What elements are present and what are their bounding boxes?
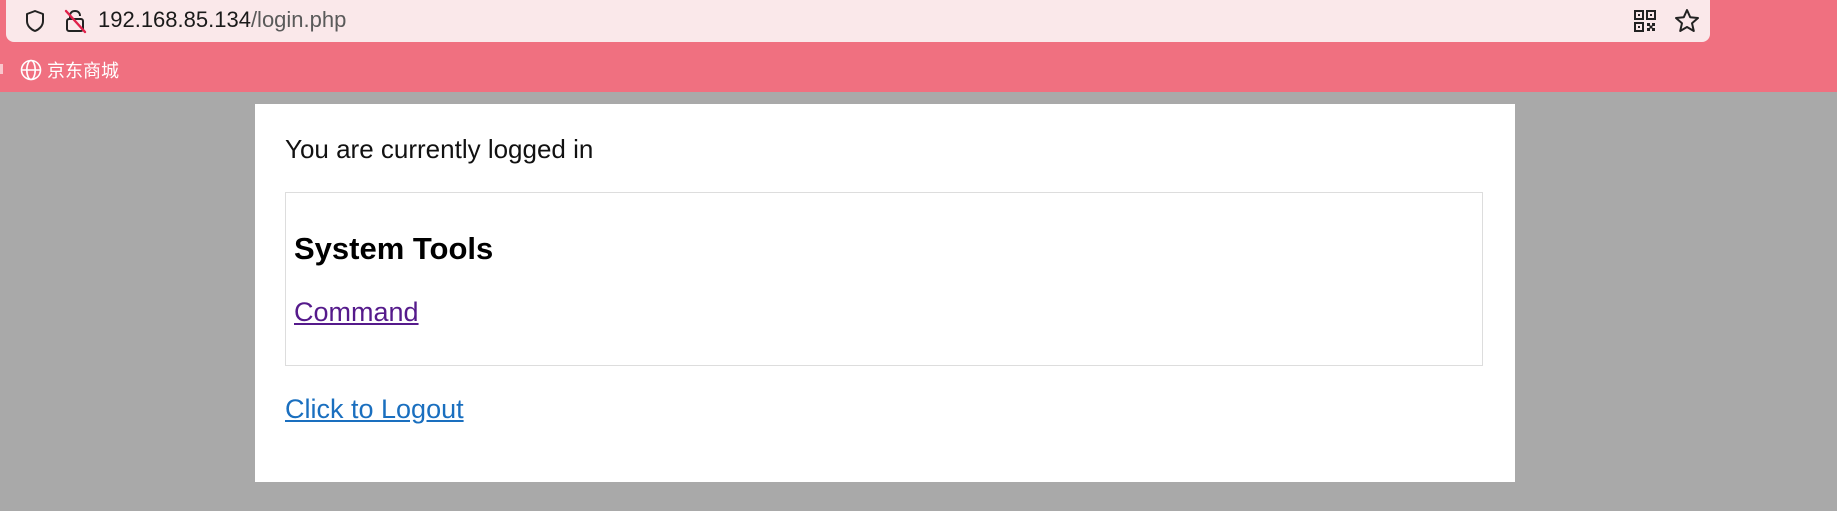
url-path: /login.php bbox=[250, 7, 347, 32]
star-icon[interactable] bbox=[1674, 8, 1700, 34]
login-status-text: You are currently logged in bbox=[285, 134, 594, 164]
bookmarks-bar: 京东商城 bbox=[0, 55, 1837, 85]
globe-icon bbox=[20, 59, 42, 81]
system-tools-heading: System Tools bbox=[294, 231, 494, 266]
system-tools-panel: System Tools Command bbox=[285, 192, 1483, 366]
qr-code-icon[interactable] bbox=[1632, 8, 1658, 34]
command-link[interactable]: Command bbox=[294, 297, 419, 328]
logout-link[interactable]: Click to Logout bbox=[285, 394, 464, 425]
content-card: You are currently logged in System Tools… bbox=[255, 104, 1515, 482]
url-text[interactable]: 192.168.85.134/login.php bbox=[98, 7, 346, 33]
shield-icon[interactable] bbox=[22, 8, 48, 34]
bookmark-item[interactable]: 京东商城 bbox=[20, 57, 119, 83]
bookmark-label: 京东商城 bbox=[47, 61, 119, 82]
browser-chrome: 192.168.85.134/login.php 京东商城 bbox=[0, 0, 1837, 92]
lock-slash-icon[interactable] bbox=[62, 8, 88, 34]
address-bar[interactable]: 192.168.85.134/login.php bbox=[6, 0, 1710, 42]
url-host: 192.168.85.134 bbox=[98, 7, 251, 32]
